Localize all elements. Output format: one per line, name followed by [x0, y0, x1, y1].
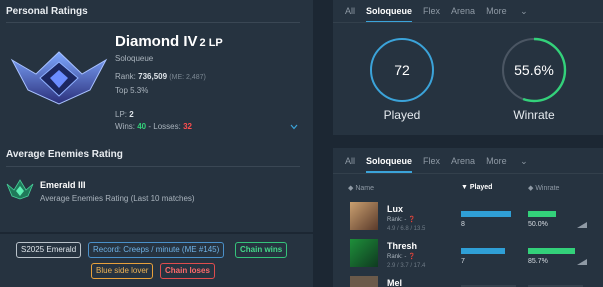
winrate-value: 55.6%	[514, 62, 554, 78]
divider	[6, 22, 300, 23]
emerald-emblem-icon	[6, 179, 34, 200]
tag-blue-side: Blue side lover	[91, 263, 154, 279]
lp-line: LP: 2	[115, 110, 134, 119]
page-root: Personal Ratings Diamond IV 2 LP Soloqueu…	[0, 0, 603, 287]
winrate-bar	[528, 211, 556, 217]
personal-ratings-title: Personal Ratings	[6, 6, 88, 17]
tab-underline	[333, 22, 603, 23]
tags-panel: S2025 Emerald Record: Creeps / minute (M…	[0, 234, 313, 287]
played-value: 72	[394, 62, 410, 78]
diamond-emblem-icon	[10, 51, 108, 105]
top-percent: Top 5.3%	[115, 86, 149, 95]
tab-arena[interactable]: Arena	[451, 6, 475, 17]
winrate-bar	[528, 248, 576, 254]
expand-chevron-icon[interactable]	[290, 124, 298, 130]
champion-rank: Rank: - ❓	[387, 254, 416, 260]
champion-mel-icon	[350, 276, 378, 287]
played-bar	[461, 211, 511, 217]
queue-tabs: All Soloqueue Flex Arena More ⌄	[345, 6, 539, 23]
tab-soloqueue[interactable]: Soloqueue	[366, 156, 413, 173]
champion-name: Lux	[387, 204, 404, 214]
tab-soloqueue[interactable]: Soloqueue	[366, 6, 413, 23]
tab-all[interactable]: All	[345, 6, 355, 17]
tag-record: Record: Creeps / minute (ME #145)	[88, 242, 225, 258]
tab-more[interactable]: More ⌄	[486, 156, 528, 167]
tab-more[interactable]: More ⌄	[486, 6, 528, 17]
winrate-value: 85.7%	[528, 258, 548, 265]
played-label: Played	[383, 108, 421, 122]
signal-icon	[577, 222, 587, 228]
signal-icon	[577, 259, 587, 265]
col-header-played[interactable]: ▼ Played	[461, 184, 492, 191]
col-header-name[interactable]: ◆ Name	[348, 184, 374, 192]
tab-flex[interactable]: Flex	[423, 156, 440, 167]
queue-tabs-champions: All Soloqueue Flex Arena More ⌄	[345, 156, 539, 173]
tag-chain-wins: Chain wins	[235, 242, 288, 258]
queue-label: Soloqueue	[115, 54, 154, 63]
tag-season: S2025 Emerald	[16, 242, 82, 258]
divider	[6, 166, 300, 167]
champion-name: Mel	[387, 278, 403, 287]
col-header-winrate[interactable]: ◆ Winrate	[528, 184, 559, 192]
champion-lux-icon	[350, 202, 378, 230]
enemy-desc: Average Enemies Rating (Last 10 matches)	[40, 194, 195, 203]
played-count: 8	[461, 221, 465, 228]
tab-arena[interactable]: Arena	[451, 156, 475, 167]
summary-panel: All Soloqueue Flex Arena More ⌄ 72 Playe…	[333, 0, 603, 135]
rank-position: Rank: 736,509 (ME: 2,487)	[115, 72, 206, 81]
winrate-label: Winrate	[513, 108, 555, 122]
played-count: 7	[461, 258, 465, 265]
tab-underline	[333, 173, 603, 174]
rank-title: Diamond IV 2 LP	[115, 33, 223, 50]
champion-kda: 2.9 / 3.7 / 17.4	[387, 263, 426, 269]
champion-rank: Rank: - ❓	[387, 217, 416, 223]
personal-ratings-panel: Personal Ratings Diamond IV 2 LP Soloqueu…	[0, 0, 313, 232]
tab-flex[interactable]: Flex	[423, 6, 440, 17]
champion-kda: 4.9 / 6.8 / 13.5	[387, 226, 426, 232]
played-bar	[461, 248, 505, 254]
champion-thresh-icon	[350, 239, 378, 267]
tab-all[interactable]: All	[345, 156, 355, 167]
average-enemies-title: Average Enemies Rating	[6, 149, 123, 160]
champion-name: Thresh	[387, 241, 418, 251]
winrate-value: 50.0%	[528, 221, 548, 228]
tag-chain-loses: Chain loses	[160, 263, 215, 279]
wins-losses: Wins: 40 - Losses: 32	[115, 122, 192, 131]
enemy-rank: Emerald III	[40, 180, 86, 190]
